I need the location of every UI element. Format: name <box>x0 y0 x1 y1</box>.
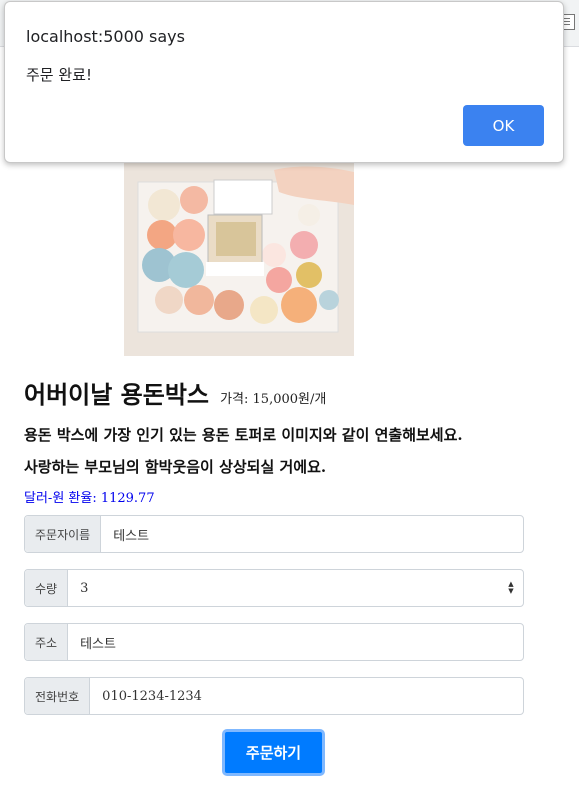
product-heading: 어버이날 용돈박스 가격: 15,000원/개 <box>24 375 326 410</box>
product-image <box>124 160 354 356</box>
name-field: 주문자이름 테스트 <box>24 515 524 553</box>
product-title: 어버이날 용돈박스 <box>24 380 209 409</box>
quantity-label: 수량 <box>25 570 69 606</box>
quantity-select[interactable]: 3 <box>68 570 499 606</box>
exchange-rate: 달러-원 환율: 1129.77 <box>24 491 155 506</box>
dialog-title: localhost:5000 says <box>26 27 185 46</box>
address-field: 주소 테스트 <box>24 623 524 661</box>
phone-field: 전화번호 010-1234-1234 <box>24 677 524 715</box>
address-label: 주소 <box>25 624 69 660</box>
select-arrows-icon[interactable]: ▲ ▼ <box>499 570 523 606</box>
name-input[interactable]: 테스트 <box>101 516 523 552</box>
product-description-2: 사랑하는 부모님의 함박웃음이 상상되실 거에요. <box>24 458 327 476</box>
product-description-1: 용돈 박스에 가장 인기 있는 용돈 토퍼로 이미지와 같이 연출해보세요. <box>24 426 463 444</box>
phone-label: 전화번호 <box>25 678 91 714</box>
product-price: 가격: 15,000원/개 <box>220 392 327 407</box>
order-button[interactable]: 주문하기 <box>222 729 325 776</box>
quantity-field: 수량 3 ▲ ▼ <box>24 569 524 607</box>
name-label: 주문자이름 <box>25 516 102 552</box>
address-input[interactable]: 테스트 <box>68 624 523 660</box>
alert-dialog: localhost:5000 says 주문 완료! OK <box>4 1 564 163</box>
ok-button[interactable]: OK <box>463 105 544 146</box>
dialog-message: 주문 완료! <box>26 66 92 84</box>
phone-input[interactable]: 010-1234-1234 <box>90 678 523 714</box>
